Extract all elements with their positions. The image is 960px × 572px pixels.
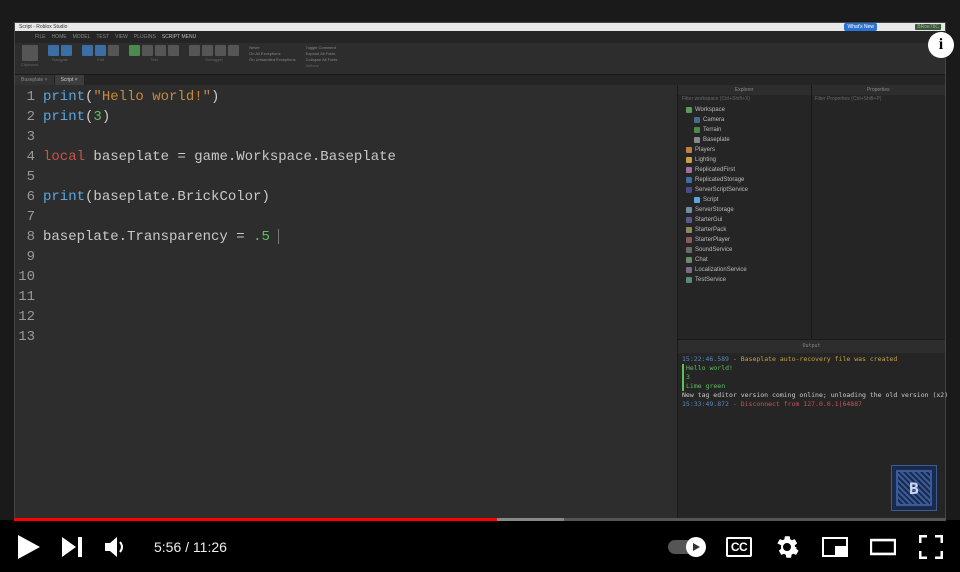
- miniplayer-button[interactable]: [822, 534, 848, 560]
- channel-logo: B: [891, 465, 937, 511]
- code-area[interactable]: print("Hello world!") print(3) local bas…: [43, 85, 677, 519]
- tree-item[interactable]: Camera: [680, 115, 809, 125]
- player-controls: 5:56 / 11:26 CC: [0, 522, 960, 572]
- explorer-filter[interactable]: Filter workspace (Ctrl+Shift+X): [678, 95, 811, 103]
- window-title: Script - Roblox Studio: [19, 24, 67, 30]
- paste-icon[interactable]: [22, 45, 38, 61]
- pause-icon[interactable]: [142, 45, 153, 56]
- user-badge[interactable]: BRoe78C: [915, 24, 941, 30]
- info-icon[interactable]: i: [928, 32, 954, 58]
- autoplay-toggle[interactable]: [668, 540, 704, 554]
- theater-button[interactable]: [870, 534, 896, 560]
- ribbon-group-folds: Toggle Comment Expand All Folds Collapse…: [306, 45, 338, 68]
- settings-button[interactable]: [774, 534, 800, 560]
- forward-icon[interactable]: [61, 45, 72, 56]
- volume-button[interactable]: [104, 534, 130, 560]
- time-display: 5:56 / 11:26: [154, 539, 227, 555]
- ribbon-group-test: Test: [129, 45, 179, 62]
- ribbon-tab-model[interactable]: MODEL: [73, 34, 91, 40]
- studio-window: Script - Roblox Studio — ▢ ✕ FILE HOME M…: [14, 22, 946, 520]
- file-tab-baseplate[interactable]: Baseplate ×: [15, 75, 55, 85]
- tree-item[interactable]: StarterGui: [680, 215, 809, 225]
- stop-icon[interactable]: [168, 45, 179, 56]
- find-icon[interactable]: [82, 45, 93, 56]
- explorer-panel: Explorer Filter workspace (Ctrl+Shift+X)…: [678, 85, 812, 339]
- ribbon-group-clipboard: Clipboard: [21, 45, 38, 67]
- ribbon-tab-view[interactable]: VIEW: [115, 34, 128, 40]
- tree-item[interactable]: Terrain: [680, 125, 809, 135]
- output-title: Output: [678, 340, 945, 353]
- ribbon-tab-test[interactable]: TEST: [96, 34, 109, 40]
- ribbon-tab-scriptmenu[interactable]: SCRIPT MENU: [162, 34, 196, 40]
- ribbon-tabs: FILE HOME MODEL TEST VIEW PLUGINS SCRIPT…: [15, 31, 945, 43]
- tree-item[interactable]: TestService: [680, 275, 809, 285]
- tree-item[interactable]: ServerScriptService: [680, 185, 809, 195]
- code-editor[interactable]: 1 2 3 4 5 6 7 8 9 10 11 12 13 print("Hel…: [15, 85, 677, 519]
- ribbon-group-debugger: Debugger: [189, 45, 239, 62]
- play-button[interactable]: [16, 534, 42, 560]
- fullscreen-button[interactable]: [918, 534, 944, 560]
- tree-item[interactable]: Players: [680, 145, 809, 155]
- tree-item[interactable]: ReplicatedStorage: [680, 175, 809, 185]
- replace-icon[interactable]: [95, 45, 106, 56]
- ribbon-tab-file[interactable]: FILE: [35, 34, 46, 40]
- ribbon-group-edit: Edit: [82, 45, 119, 62]
- right-panels: Explorer Filter workspace (Ctrl+Shift+X)…: [677, 85, 945, 519]
- output-panel: Output 15:22:46.589 - Baseplate auto-rec…: [678, 339, 945, 519]
- whats-new-button[interactable]: What's New: [844, 23, 877, 31]
- back-icon[interactable]: [48, 45, 59, 56]
- cc-button[interactable]: CC: [726, 534, 752, 560]
- next-button[interactable]: [60, 534, 86, 560]
- play-icon[interactable]: [129, 45, 140, 56]
- step-over-icon[interactable]: [202, 45, 213, 56]
- properties-filter[interactable]: Filter Properties (Ctrl+Shift+P): [812, 95, 946, 103]
- tree-item[interactable]: Baseplate: [680, 135, 809, 145]
- progress-played: [14, 518, 497, 521]
- properties-panel: Properties Filter Properties (Ctrl+Shift…: [812, 85, 946, 339]
- tree-item[interactable]: ServerStorage: [680, 205, 809, 215]
- ribbon: FILE HOME MODEL TEST VIEW PLUGINS SCRIPT…: [15, 31, 945, 75]
- watch-icon[interactable]: [228, 45, 239, 56]
- tree-item[interactable]: Lighting: [680, 155, 809, 165]
- file-tabs: Baseplate × Script ×: [15, 75, 945, 85]
- select-icon[interactable]: [108, 45, 119, 56]
- step-out-icon[interactable]: [215, 45, 226, 56]
- properties-title: Properties: [812, 85, 946, 95]
- tree-item[interactable]: Chat: [680, 255, 809, 265]
- tree-item[interactable]: ReplicatedFirst: [680, 165, 809, 175]
- explorer-title: Explorer: [678, 85, 811, 95]
- tree-item[interactable]: SoundService: [680, 245, 809, 255]
- ribbon-tab-plugins[interactable]: PLUGINS: [134, 34, 156, 40]
- resume-icon[interactable]: [155, 45, 166, 56]
- explorer-tree: Workspace Camera Terrain Baseplate Playe…: [678, 103, 811, 287]
- titlebar: Script - Roblox Studio — ▢ ✕: [15, 23, 945, 31]
- tree-item[interactable]: StarterPack: [680, 225, 809, 235]
- ribbon-group-exceptions: Never On All Exceptions On Unhandled Exc…: [249, 45, 295, 62]
- ribbon-tab-home[interactable]: HOME: [52, 34, 67, 40]
- video-frame: Script - Roblox Studio — ▢ ✕ FILE HOME M…: [0, 0, 960, 520]
- file-tab-script[interactable]: Script ×: [55, 75, 85, 85]
- ribbon-group-navigate: Navigate: [48, 45, 72, 62]
- tree-item[interactable]: Script: [680, 195, 809, 205]
- tree-item[interactable]: LocalizationService: [680, 265, 809, 275]
- tree-item[interactable]: Workspace: [680, 105, 809, 115]
- step-into-icon[interactable]: [189, 45, 200, 56]
- gutter: 1 2 3 4 5 6 7 8 9 10 11 12 13: [15, 85, 43, 519]
- tree-item[interactable]: StarterPlayer: [680, 235, 809, 245]
